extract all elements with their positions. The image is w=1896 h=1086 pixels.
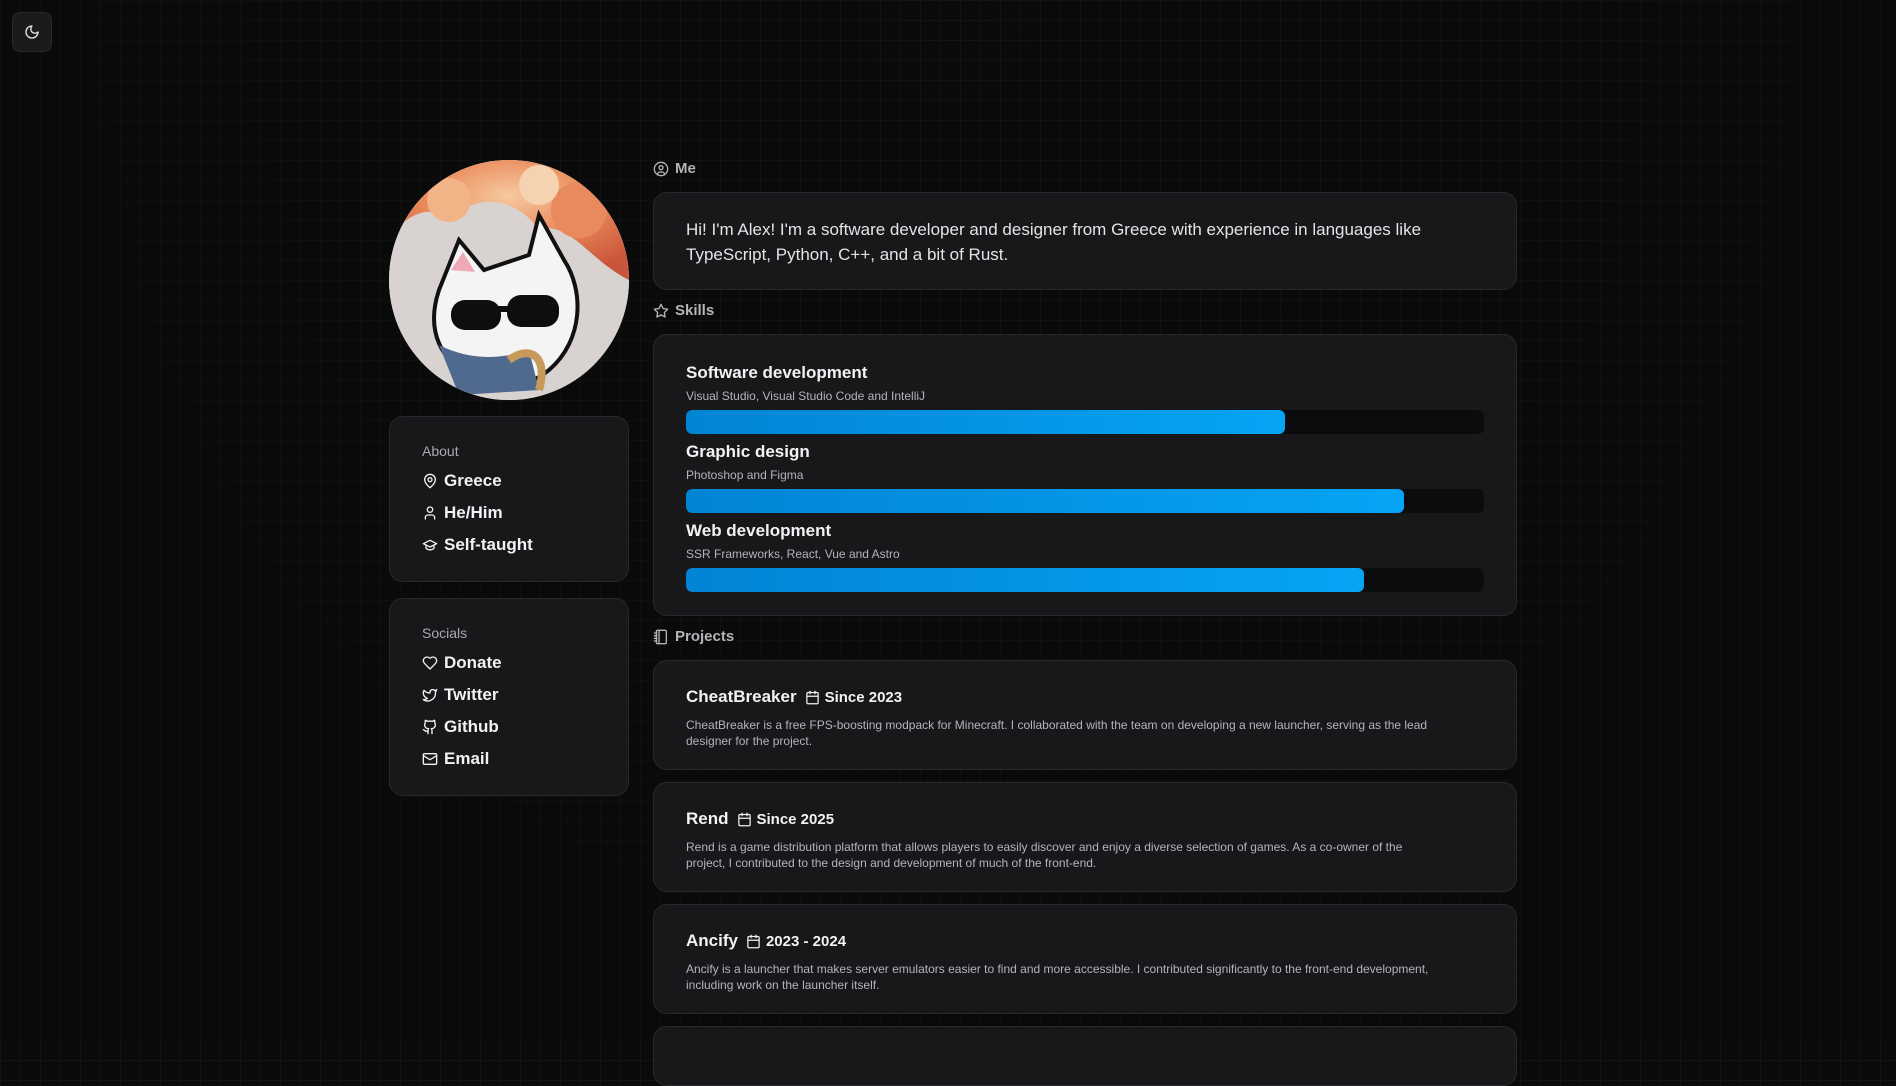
user-icon bbox=[424, 506, 436, 520]
project-description-line: designer for the project. bbox=[686, 734, 813, 748]
about-item-pronouns: He/Him bbox=[422, 497, 596, 529]
project-header: Ancify 2023 - 2024 bbox=[686, 931, 1484, 951]
project-date-text: Since 2025 bbox=[756, 810, 835, 828]
social-link-email[interactable]: Email bbox=[422, 743, 596, 775]
me-card: Hi! I'm Alex! I'm a software developer a… bbox=[653, 192, 1517, 290]
about-item-label: He/Him bbox=[444, 503, 503, 522]
socials-title: Socials bbox=[422, 625, 468, 641]
project-description: Ancify is a launcher that makes server e… bbox=[686, 961, 1484, 993]
skill-name: Software development bbox=[686, 363, 868, 382]
about-title: About bbox=[422, 443, 459, 459]
skills-card: Software development Visual Studio, Visu… bbox=[653, 334, 1517, 616]
skill-progress-fill bbox=[686, 410, 1285, 434]
social-link-donate[interactable]: Donate bbox=[422, 647, 596, 679]
project-date-text: 2023 - 2024 bbox=[765, 932, 847, 950]
project-description-line: Rend is a game distribution platform tha… bbox=[686, 840, 1403, 854]
twitter-icon bbox=[422, 689, 438, 702]
avatar bbox=[389, 160, 629, 400]
github-icon bbox=[422, 719, 437, 735]
skill-tools: SSR Frameworks, React, Vue and Astro bbox=[686, 547, 900, 561]
social-link-label: Twitter bbox=[444, 685, 499, 704]
project-description: CheatBreaker is a free FPS-boosting modp… bbox=[686, 717, 1484, 749]
skill-name: Web development bbox=[686, 521, 832, 540]
mail-icon bbox=[422, 753, 438, 765]
star-icon bbox=[653, 303, 669, 318]
project-header: Rend Since 2025 bbox=[686, 809, 1484, 829]
graduation-cap-icon bbox=[422, 539, 438, 551]
skill-tools: Visual Studio, Visual Studio Code and In… bbox=[686, 389, 926, 403]
skill-item: Software development Visual Studio, Visu… bbox=[686, 363, 1484, 434]
project-description: Rend is a game distribution platform tha… bbox=[686, 839, 1484, 871]
social-link-label: Github bbox=[444, 717, 499, 736]
about-item-location: Greece bbox=[422, 465, 596, 497]
about-card: About Greece He/Him Self-taught bbox=[389, 416, 629, 582]
project-name: Rend bbox=[686, 809, 729, 828]
social-link-github[interactable]: Github bbox=[422, 711, 596, 743]
project-name: CheatBreaker bbox=[686, 687, 797, 706]
section-label-text: Skills bbox=[675, 302, 715, 319]
project-date: Since 2025 bbox=[737, 810, 835, 828]
project-card[interactable]: Rend Since 2025 Rend is a game distribut… bbox=[653, 782, 1517, 892]
about-item-education: Self-taught bbox=[422, 529, 596, 561]
project-date: Since 2023 bbox=[805, 688, 903, 706]
skill-progress-fill bbox=[686, 568, 1365, 592]
socials-card: Socials Donate Twitter Github Email bbox=[389, 598, 629, 796]
skill-progress-track bbox=[686, 568, 1484, 592]
project-date-text: Since 2023 bbox=[824, 688, 903, 706]
social-link-twitter[interactable]: Twitter bbox=[422, 679, 596, 711]
heart-icon bbox=[422, 656, 438, 670]
skill-progress-track bbox=[686, 410, 1484, 434]
notebook-icon bbox=[653, 629, 667, 644]
skill-name: Graphic design bbox=[686, 442, 810, 461]
projects-section-label: Projects bbox=[653, 628, 734, 645]
map-pin-icon bbox=[424, 473, 436, 489]
theme-toggle-button[interactable] bbox=[12, 12, 52, 52]
project-name: Ancify bbox=[686, 931, 738, 950]
calendar-icon bbox=[747, 934, 760, 948]
me-section-label: Me bbox=[653, 160, 696, 177]
project-card[interactable]: Ancify 2023 - 2024 Ancify is a launcher … bbox=[653, 904, 1517, 1014]
project-description-line: including work on the launcher itself. bbox=[686, 978, 880, 992]
calendar-icon bbox=[805, 690, 819, 704]
section-label-text: Me bbox=[675, 160, 696, 177]
me-text-line: Hi! I'm Alex! I'm a software developer a… bbox=[686, 220, 1422, 239]
section-label-text: Projects bbox=[675, 628, 735, 645]
social-link-label: Donate bbox=[444, 653, 502, 672]
project-date: 2023 - 2024 bbox=[746, 933, 846, 950]
user-circle-icon bbox=[653, 161, 669, 176]
me-text-line: TypeScript, Python, C++, and a bit of Ru… bbox=[686, 245, 1009, 264]
social-link-label: Email bbox=[444, 749, 490, 768]
project-description-line: Ancify is a launcher that makes server e… bbox=[686, 962, 1429, 976]
skill-tools: Photoshop and Figma bbox=[686, 468, 804, 482]
skill-item: Web development SSR Frameworks, React, V… bbox=[686, 521, 1484, 592]
skills-section-label: Skills bbox=[653, 302, 714, 319]
project-header: CheatBreaker Since 2023 bbox=[686, 687, 1484, 707]
project-card[interactable] bbox=[653, 1026, 1517, 1086]
about-item-label: Self-taught bbox=[444, 535, 533, 554]
project-description-line: CheatBreaker is a free FPS-boosting modp… bbox=[686, 718, 1428, 732]
project-card[interactable]: CheatBreaker Since 2023 CheatBreaker is … bbox=[653, 660, 1517, 770]
project-description-line: project, I contributed to the design and… bbox=[686, 856, 1097, 870]
skill-progress-track bbox=[686, 489, 1484, 513]
skill-item: Graphic design Photoshop and Figma bbox=[686, 442, 1484, 513]
moon-icon bbox=[25, 25, 39, 39]
about-item-label: Greece bbox=[444, 471, 502, 490]
calendar-icon bbox=[737, 812, 751, 826]
skill-progress-fill bbox=[686, 489, 1405, 513]
